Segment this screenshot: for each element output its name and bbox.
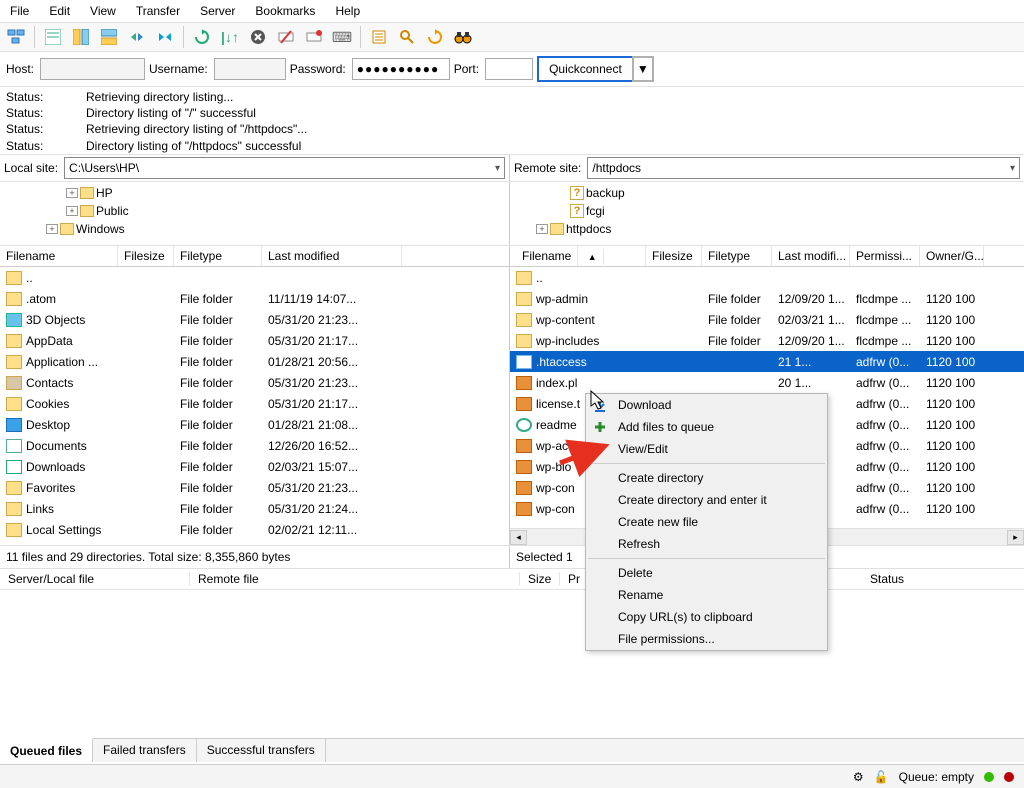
table-row[interactable]: index.pl20 1...adfrw (0...1120 100 <box>510 372 1024 393</box>
table-row[interactable]: FavoritesFile folder05/31/20 21:23... <box>0 477 509 498</box>
context-item[interactable]: Refresh <box>586 533 827 555</box>
host-label: Host: <box>6 62 34 76</box>
toolbar: |↓↑ ⌨ <box>0 22 1024 52</box>
username-label: Username: <box>149 62 208 76</box>
menu-edit[interactable]: Edit <box>39 2 80 20</box>
remote-site-path[interactable]: /httpdocs▾ <box>587 157 1020 179</box>
menu-view[interactable]: View <box>80 2 126 20</box>
gear-icon[interactable]: ⚙ <box>853 770 864 784</box>
sync-browse-icon[interactable] <box>125 25 149 49</box>
table-row[interactable]: .. <box>510 267 1024 288</box>
cancel-icon[interactable] <box>246 25 270 49</box>
table-row[interactable]: 3D ObjectsFile folder05/31/20 21:23... <box>0 309 509 330</box>
table-row[interactable]: DownloadsFile folder02/03/21 15:07... <box>0 456 509 477</box>
local-list-header[interactable]: Filename Filesize Filetype Last modified <box>0 246 509 267</box>
tab-queued[interactable]: Queued files <box>0 738 93 762</box>
remote-site-label: Remote site: <box>514 161 581 175</box>
tab-failed[interactable]: Failed transfers <box>93 739 197 762</box>
local-tree[interactable]: +HP +Public +Windows <box>0 182 510 245</box>
menu-server[interactable]: Server <box>190 2 245 20</box>
context-item[interactable]: View/Edit <box>586 438 827 460</box>
port-input[interactable] <box>485 58 533 80</box>
table-row[interactable]: .atomFile folder11/11/19 14:07... <box>0 288 509 309</box>
reconnect-icon[interactable] <box>302 25 326 49</box>
process-queue-icon[interactable]: |↓↑ <box>218 25 242 49</box>
transfer-tabs: Queued files Failed transfers Successful… <box>0 738 1024 762</box>
menu-help[interactable]: Help <box>325 2 370 20</box>
status-bar: ⚙ 🔓 Queue: empty <box>0 764 1024 788</box>
table-row[interactable]: CookiesFile folder05/31/20 21:17... <box>0 393 509 414</box>
remote-list-header[interactable]: Filename ▲ Filesize Filetype Last modifi… <box>510 246 1024 267</box>
context-item[interactable]: File permissions... <box>586 628 827 650</box>
tab-successful[interactable]: Successful transfers <box>197 739 326 762</box>
table-row[interactable]: .htaccess21 1...adfrw (0...1120 100 <box>510 351 1024 372</box>
table-row[interactable]: LinksFile folder05/31/20 21:24... <box>0 498 509 519</box>
local-summary: 11 files and 29 directories. Total size:… <box>0 546 510 568</box>
disconnect-icon[interactable] <box>274 25 298 49</box>
summary-bar: 11 files and 29 directories. Total size:… <box>0 546 1024 569</box>
local-file-list[interactable]: Filename Filesize Filetype Last modified… <box>0 246 510 545</box>
site-path-bar: Local site: C:\Users\HP\▾ Remote site: /… <box>0 155 1024 182</box>
search-icon[interactable] <box>395 25 419 49</box>
refresh-icon[interactable] <box>190 25 214 49</box>
quickconnect-bar: Host: Username: Password: Port: Quickcon… <box>0 52 1024 87</box>
context-item[interactable]: Rename <box>586 584 827 606</box>
remote-tree[interactable]: ?backup ?fcgi +httpdocs <box>510 182 1024 245</box>
transfer-header: Server/Local file Remote file Size Pr St… <box>0 569 1024 590</box>
table-row[interactable]: .. <box>0 267 509 288</box>
table-row[interactable]: Application ...File folder01/28/21 20:56… <box>0 351 509 372</box>
file-list-area: Filename Filesize Filetype Last modified… <box>0 246 1024 546</box>
sitemanager-icon[interactable] <box>4 25 28 49</box>
context-item[interactable]: Copy URL(s) to clipboard <box>586 606 827 628</box>
table-row[interactable]: DesktopFile folder01/28/21 21:08... <box>0 414 509 435</box>
table-row[interactable]: DocumentsFile folder12/26/20 16:52... <box>0 435 509 456</box>
table-row[interactable]: wp-contentFile folder02/03/21 1...flcdmp… <box>510 309 1024 330</box>
lock-icon: 🔓 <box>874 770 889 784</box>
host-input[interactable] <box>40 58 145 80</box>
toggle-queue-icon[interactable] <box>97 25 121 49</box>
filter-icon[interactable] <box>367 25 391 49</box>
password-input[interactable] <box>352 58 450 80</box>
led-red <box>1004 772 1014 782</box>
table-row[interactable]: wp-includesFile folder12/09/20 1...flcdm… <box>510 330 1024 351</box>
table-row[interactable]: ContactsFile folder05/31/20 21:23... <box>0 372 509 393</box>
menu-file[interactable]: File <box>0 2 39 20</box>
table-row[interactable]: wp-adminFile folder12/09/20 1...flcdmpe … <box>510 288 1024 309</box>
menu-bookmarks[interactable]: Bookmarks <box>245 2 325 20</box>
led-green <box>984 772 994 782</box>
toggle-log-icon[interactable] <box>41 25 65 49</box>
quickconnect-dropdown[interactable]: ▼ <box>632 56 654 82</box>
server-cmd-icon[interactable]: ⌨ <box>330 25 354 49</box>
compare-icon[interactable] <box>153 25 177 49</box>
table-row[interactable]: Local SettingsFile folder02/02/21 12:11.… <box>0 519 509 540</box>
binoculars-icon[interactable] <box>451 25 475 49</box>
table-row[interactable]: AppDataFile folder05/31/20 21:17... <box>0 330 509 351</box>
toggle-tree-icon[interactable] <box>69 25 93 49</box>
context-item[interactable]: Create new file <box>586 511 827 533</box>
context-item[interactable]: Add files to queue <box>586 416 827 438</box>
menu-transfer[interactable]: Transfer <box>126 2 190 20</box>
context-item[interactable]: Create directory and enter it <box>586 489 827 511</box>
auto-icon[interactable] <box>423 25 447 49</box>
local-site-label: Local site: <box>4 161 58 175</box>
context-item[interactable]: Download <box>586 394 827 416</box>
quickconnect-button[interactable]: Quickconnect <box>537 56 634 82</box>
port-label: Port: <box>454 62 479 76</box>
context-menu: DownloadAdd files to queueView/Edit Creat… <box>585 393 828 651</box>
status-log[interactable]: Status:Retrieving directory listing... S… <box>0 87 1024 155</box>
local-site-path[interactable]: C:\Users\HP\▾ <box>64 157 505 179</box>
menubar: File Edit View Transfer Server Bookmarks… <box>0 0 1024 22</box>
context-item[interactable]: Create directory <box>586 467 827 489</box>
context-item[interactable]: Delete <box>586 562 827 584</box>
username-input[interactable] <box>214 58 286 80</box>
directory-trees: +HP +Public +Windows ?backup ?fcgi +http… <box>0 182 1024 246</box>
queue-status: Queue: empty <box>899 770 974 784</box>
password-label: Password: <box>290 62 346 76</box>
